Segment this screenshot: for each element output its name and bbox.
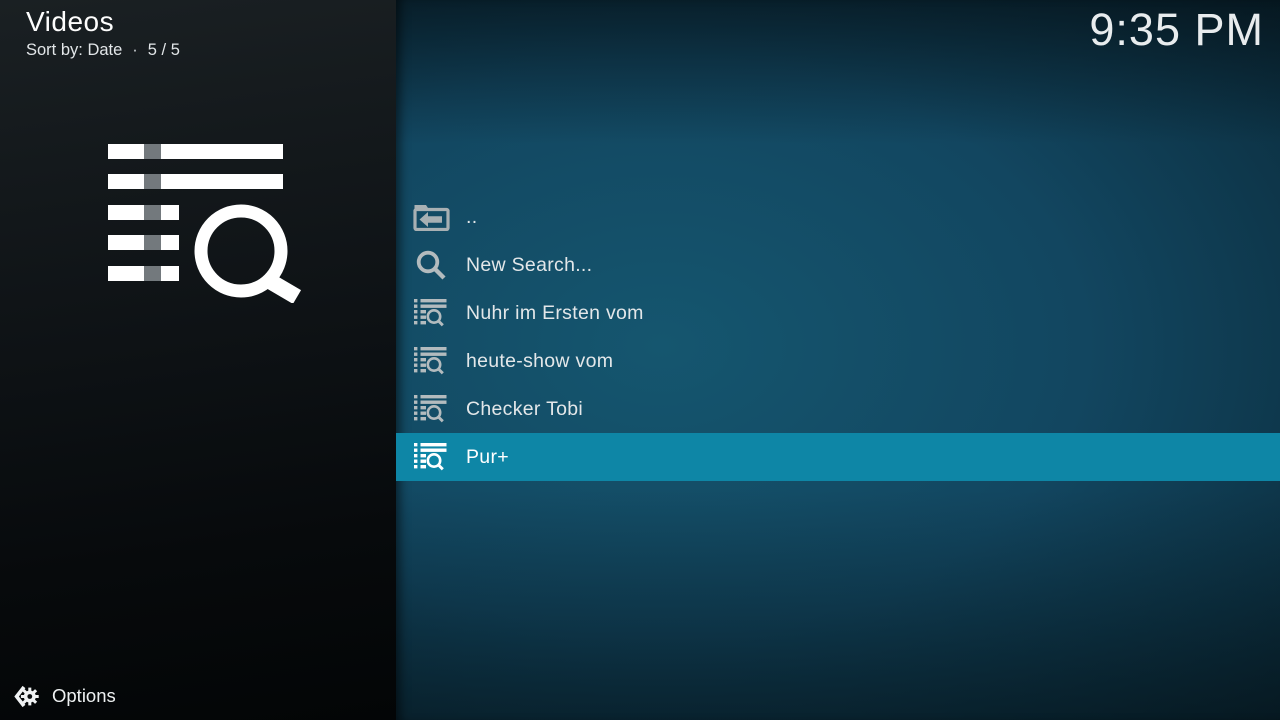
item-count: 5 / 5 bbox=[148, 41, 180, 59]
saved-search-icon bbox=[411, 346, 451, 376]
list-item-parent-directory[interactable]: .. bbox=[396, 193, 1280, 241]
sort-by-label: Sort by: Date bbox=[26, 41, 122, 59]
content-panel: 9:35 PM .. bbox=[396, 0, 1280, 720]
list-item-label: New Search... bbox=[466, 254, 592, 277]
list-item-saved-search[interactable]: Nuhr im Ersten vom bbox=[396, 289, 1280, 337]
sort-status: Sort by: Date · 5 / 5 bbox=[26, 41, 180, 60]
list-item-new-search[interactable]: New Search... bbox=[396, 241, 1280, 289]
file-list: .. New Search... bbox=[396, 193, 1280, 481]
options-gear-icon bbox=[14, 685, 39, 708]
list-item-saved-search[interactable]: Checker Tobi bbox=[396, 385, 1280, 433]
list-item-label: .. bbox=[466, 206, 477, 229]
saved-search-icon bbox=[411, 298, 451, 328]
kodi-videos-screen: Videos Sort by: Date · 5 / 5 bbox=[0, 0, 1280, 720]
options-button[interactable]: Options bbox=[14, 681, 116, 711]
list-item-label: heute-show vom bbox=[466, 350, 613, 373]
list-item-saved-search-selected[interactable]: Pur+ bbox=[396, 433, 1280, 481]
saved-search-icon bbox=[411, 442, 451, 472]
saved-search-artwork-icon bbox=[108, 141, 304, 303]
search-icon bbox=[411, 249, 451, 282]
list-item-label: Nuhr im Ersten vom bbox=[466, 302, 644, 325]
list-item-label: Checker Tobi bbox=[466, 398, 583, 421]
clock: 9:35 PM bbox=[1089, 4, 1264, 56]
folder-back-icon bbox=[411, 203, 451, 231]
page-title: Videos bbox=[26, 6, 180, 38]
list-item-label: Pur+ bbox=[466, 446, 509, 469]
options-label: Options bbox=[52, 685, 116, 707]
left-panel: Videos Sort by: Date · 5 / 5 bbox=[0, 0, 396, 720]
header: Videos Sort by: Date · 5 / 5 bbox=[26, 6, 180, 60]
saved-search-icon bbox=[411, 394, 451, 424]
separator-dot: · bbox=[132, 41, 138, 59]
list-item-saved-search[interactable]: heute-show vom bbox=[396, 337, 1280, 385]
